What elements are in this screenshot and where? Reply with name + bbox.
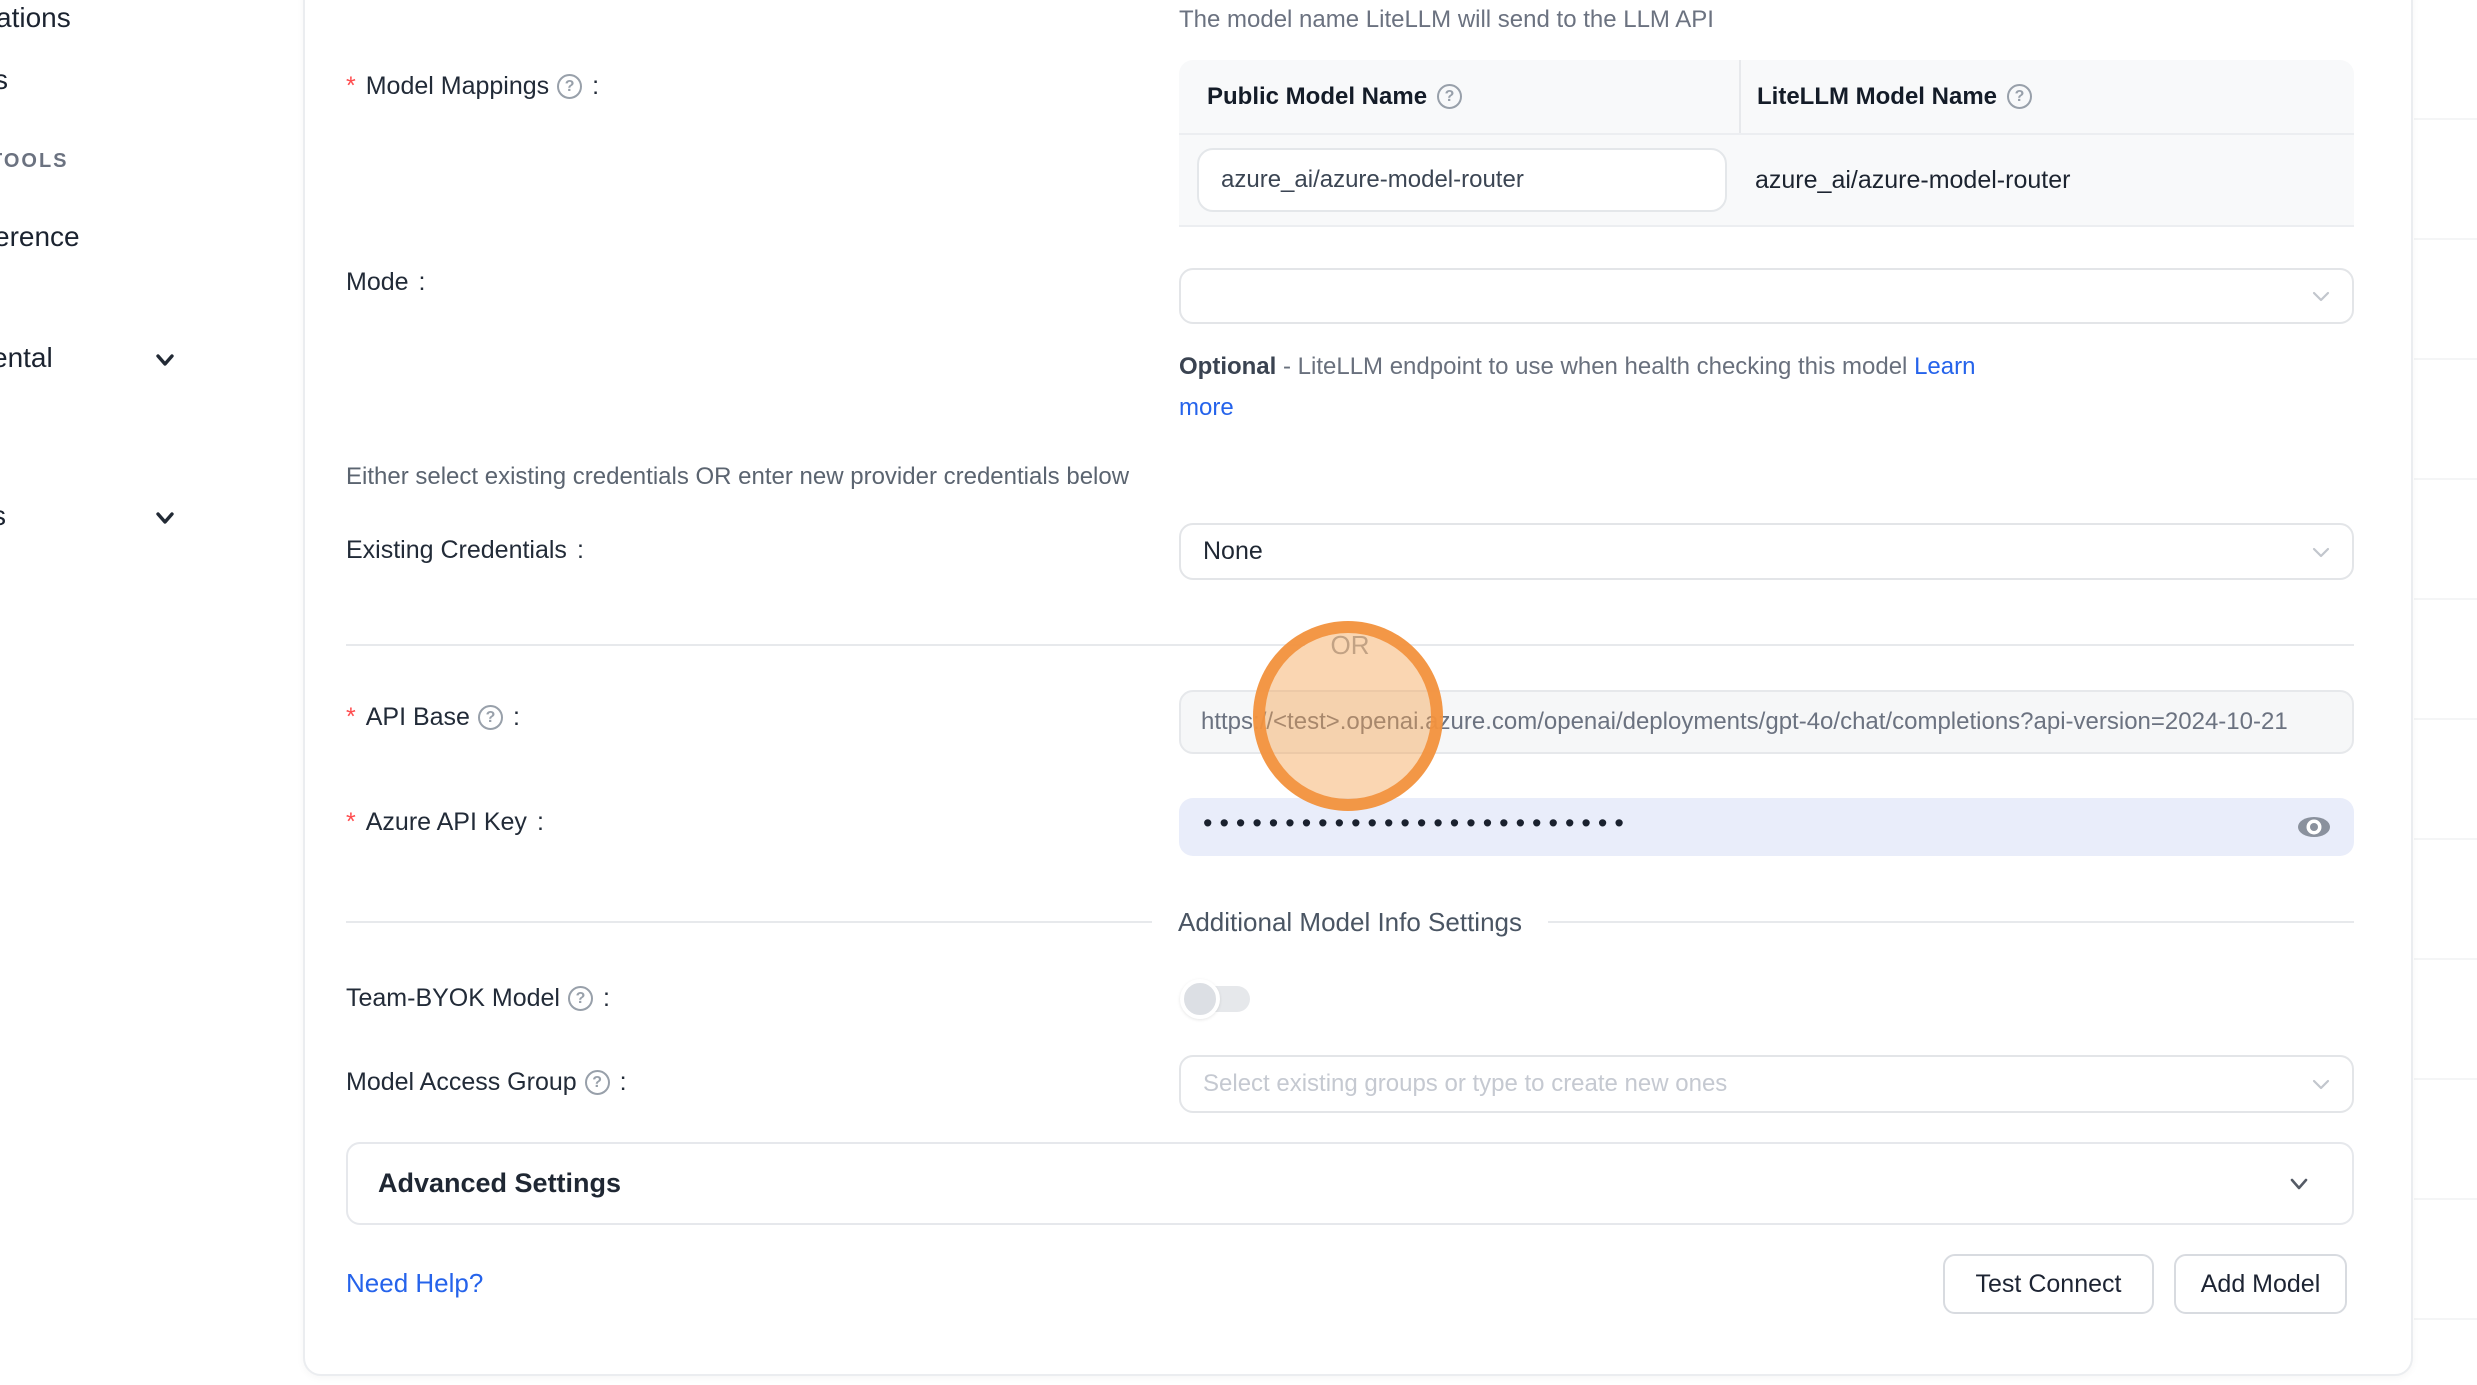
sidebar-item-label: s [0, 500, 6, 531]
existing-credentials-label: Existing Credentials : [346, 536, 584, 565]
mode-select[interactable] [1179, 268, 2354, 324]
advanced-settings-panel[interactable]: Advanced Settings [346, 1142, 2354, 1225]
additional-settings-title: Additional Model Info Settings [1178, 907, 1522, 938]
mode-hint: Optional - LiteLLM endpoint to use when … [1179, 346, 2019, 428]
required-asterisk: * [346, 703, 356, 732]
learn-more-link[interactable]: more [1179, 394, 1234, 421]
model-access-group-select[interactable]: Select existing groups or type to create… [1179, 1055, 2354, 1113]
sidebar-item-label: s [0, 64, 8, 95]
question-circle-icon[interactable]: ? [568, 986, 593, 1011]
sidebar-item-experimental[interactable]: ental [0, 342, 53, 374]
column-header-litellm-model-name: LiteLLM Model Name ? [1739, 60, 2354, 133]
chevron-down-icon [2284, 1169, 2314, 1199]
chevron-down-icon [2308, 1071, 2334, 1097]
test-connect-button[interactable]: Test Connect [1943, 1254, 2154, 1314]
sidebar-item-label: erence [0, 221, 80, 252]
api-base-value: https://<test>.openai.azure.com/openai/d… [1201, 708, 2288, 736]
azure-api-key-label: * Azure API Key : [346, 808, 544, 837]
chevron-down-icon[interactable] [150, 503, 180, 533]
divider-line [1396, 644, 2355, 646]
eye-icon[interactable] [2296, 814, 2332, 840]
model-name-hint: The model name LiteLLM will send to the … [1179, 6, 1714, 34]
sidebar-item-users[interactable]: s [0, 64, 8, 96]
azure-api-key-input[interactable]: •••••••••••••••••••••••••• [1179, 798, 2354, 856]
need-help-link[interactable]: Need Help? [346, 1268, 483, 1299]
chevron-down-icon [2308, 283, 2334, 309]
sidebar-item-api-reference[interactable]: erence [0, 221, 80, 253]
chevron-down-icon [2308, 539, 2334, 565]
model-mappings-table-header: Public Model Name ? LiteLLM Model Name ? [1179, 60, 2354, 135]
team-byok-toggle[interactable] [1180, 978, 1252, 1020]
model-mappings-table: Public Model Name ? LiteLLM Model Name ?… [1179, 60, 2354, 227]
sidebar-section-tools: TOOLS [0, 150, 69, 173]
add-model-page: ations s TOOLS erence ental s The model … [0, 0, 2477, 1385]
api-base-label: * API Base ? : [346, 703, 520, 732]
public-model-name-input[interactable] [1197, 148, 1727, 212]
or-divider-text: OR [1331, 630, 1370, 661]
divider-line [346, 921, 1152, 923]
add-model-form-card: The model name LiteLLM will send to the … [303, 0, 2413, 1376]
sidebar-item-label: ental [0, 342, 53, 373]
api-base-input[interactable]: https://<test>.openai.azure.com/openai/d… [1179, 690, 2354, 754]
required-asterisk: * [346, 72, 356, 101]
litellm-model-name-value: azure_ai/azure-model-router [1755, 148, 2070, 212]
model-access-group-placeholder: Select existing groups or type to create… [1203, 1070, 1727, 1098]
masked-api-key: •••••••••••••••••••••••••• [1203, 810, 1631, 837]
team-byok-label: Team-BYOK Model ? : [346, 984, 610, 1013]
model-access-group-label: Model Access Group ? : [346, 1068, 627, 1097]
existing-credentials-value: None [1203, 537, 1263, 566]
column-header-public-model-name: Public Model Name ? [1179, 60, 1739, 133]
add-model-button[interactable]: Add Model [2174, 1254, 2347, 1314]
question-circle-icon[interactable]: ? [478, 705, 503, 730]
additional-settings-divider: Additional Model Info Settings [346, 909, 2354, 935]
learn-more-link[interactable]: Learn [1914, 353, 1975, 380]
background-table-rows [2414, 0, 2477, 1385]
or-divider: OR [346, 632, 2354, 658]
chevron-down-icon[interactable] [150, 345, 180, 375]
model-mappings-label: * Model Mappings ? : [346, 72, 599, 101]
toggle-knob [1180, 979, 1220, 1019]
question-circle-icon[interactable]: ? [2007, 84, 2032, 109]
credentials-note: Either select existing credentials OR en… [346, 463, 1129, 491]
mode-label: Mode : [346, 268, 426, 297]
question-circle-icon[interactable]: ? [557, 74, 582, 99]
question-circle-icon[interactable]: ? [1437, 84, 1462, 109]
sidebar-item-label: ations [0, 2, 71, 33]
existing-credentials-select[interactable]: None [1179, 523, 2354, 580]
sidebar-item-settings[interactable]: s [0, 500, 6, 532]
sidebar: ations s TOOLS erence ental s [0, 0, 303, 1385]
required-asterisk: * [346, 808, 356, 837]
sidebar-item-organizations[interactable]: ations [0, 2, 71, 34]
question-circle-icon[interactable]: ? [585, 1070, 610, 1095]
divider-line [346, 644, 1305, 646]
divider-line [1548, 921, 2354, 923]
advanced-settings-label: Advanced Settings [378, 1168, 621, 1199]
